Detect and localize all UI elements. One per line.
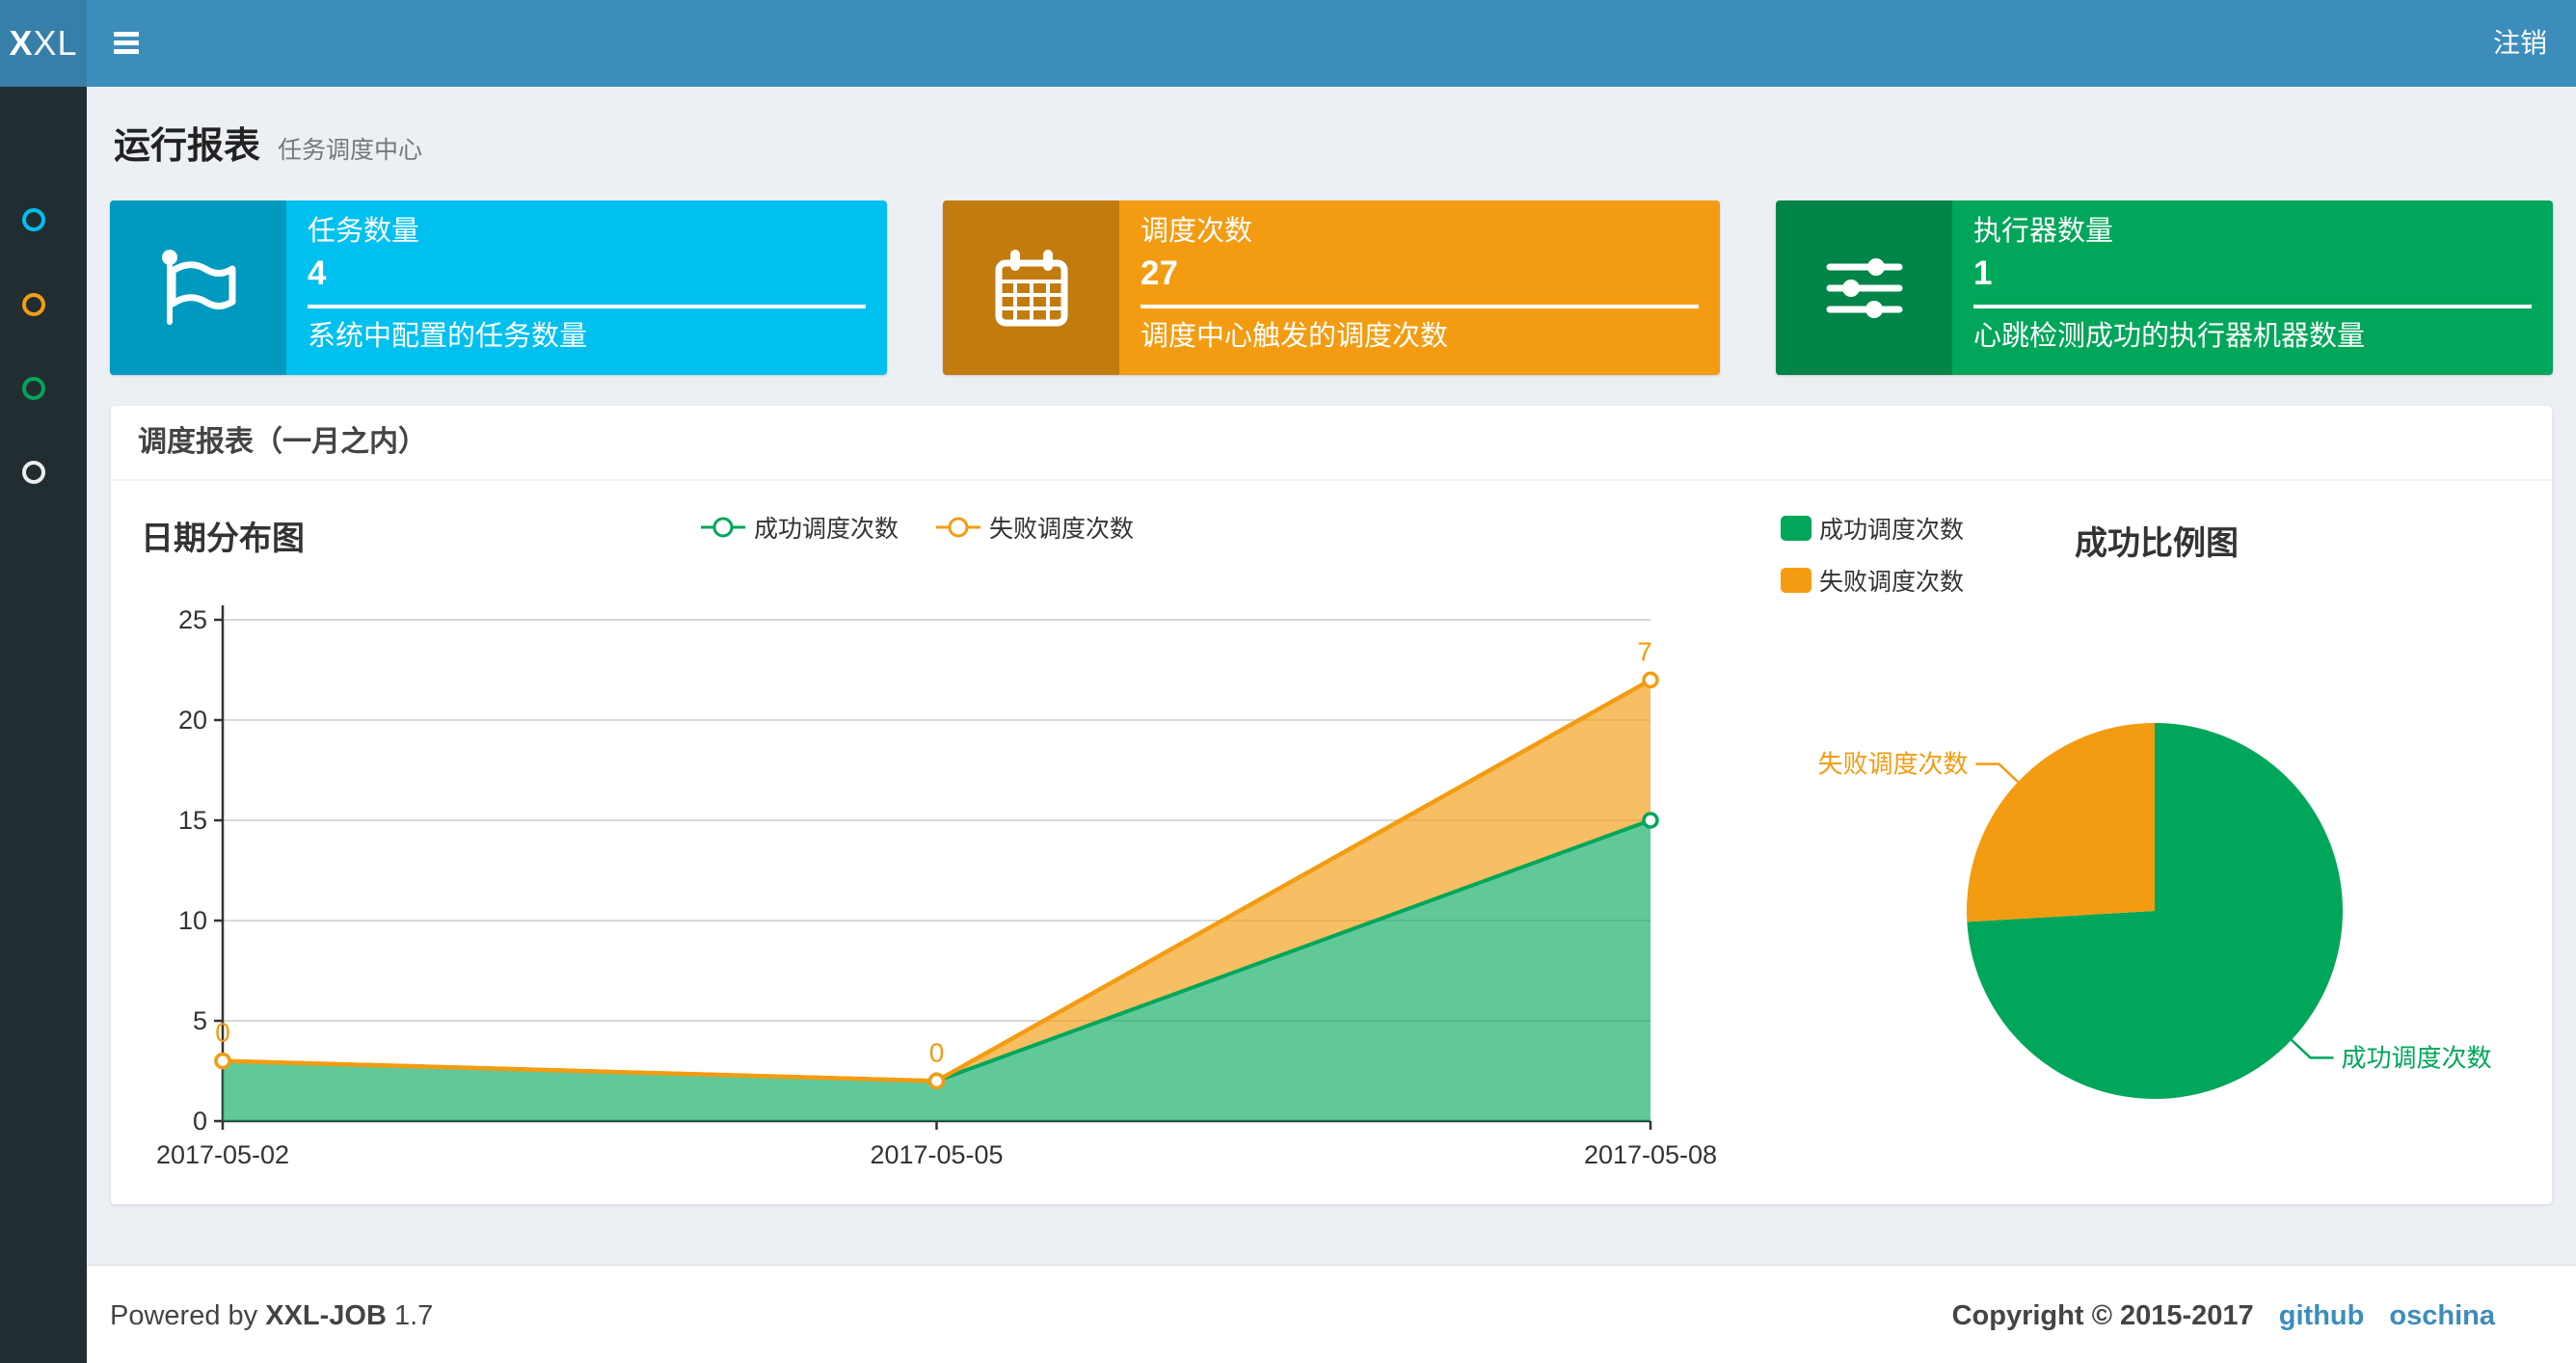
powered-by: Powered by XXL-JOB 1.7 [110,1300,434,1331]
stat-box-jobs: 任务数量 4 系统中配置的任务数量 [110,200,887,375]
line-chart-title: 日期分布图 [141,521,305,557]
date-distribution-chart: 05101520252017-05-02 2017-05-05 2017-05-08… [156,605,1717,1169]
sidebar-item-job-log[interactable] [22,377,45,400]
legend-label: 成功调度次数 [754,516,899,543]
svg-text:20: 20 [178,706,207,735]
sidebar [0,87,87,1363]
svg-text:0: 0 [929,1037,945,1067]
flag-icon [110,200,286,375]
svg-text:2017-05-08: 2017-05-08 [1584,1140,1717,1169]
dashboard-page: XXL 注销 运行报表 任务调度中心 任务数量 4 系统中配置的任务数量 调度次… [0,0,2576,1363]
stat-value: 27 [1140,254,1178,292]
copyright: Copyright © 2015-2017 github oschina [1951,1300,2495,1331]
svg-text:15: 15 [178,806,207,835]
success-ratio-pie-chart: 成功调度次数 失败调度次数 [1818,723,2491,1099]
navbar: XXL 注销 [0,0,2576,87]
legend-item[interactable]: 成功调度次数 [700,510,899,545]
app-name: XXL-JOB [265,1300,387,1331]
stat-label: 调度次数 [1140,216,1253,247]
app-version: 1.7 [393,1300,434,1331]
page-header: 运行报表 任务调度中心 [114,116,422,169]
svg-text:10: 10 [178,906,207,935]
divider [308,305,866,308]
divider [1973,305,2532,308]
stat-box-triggers: 调度次数 27 调度中心触发的调度次数 [943,200,1720,375]
svg-text:7: 7 [1637,636,1652,666]
svg-text:0: 0 [193,1107,207,1136]
svg-text:2017-05-02: 2017-05-02 [156,1140,289,1169]
stat-label: 执行器数量 [1973,216,2114,247]
page-subtitle: 任务调度中心 [278,137,423,164]
logo-text-bold: X [9,23,34,63]
stat-label: 任务数量 [308,216,420,247]
calendar-icon [943,200,1119,375]
stat-desc: 心跳检测成功的执行器机器数量 [1973,321,2366,352]
svg-text:成功调度次数: 成功调度次数 [2341,1043,2491,1072]
svg-text:5: 5 [193,1006,207,1035]
stat-desc: 系统中配置的任务数量 [308,321,588,352]
stat-desc: 调度中心触发的调度次数 [1140,321,1449,352]
logo-text: XL [33,23,78,63]
page-title: 运行报表 [114,126,261,167]
legend-label: 失败调度次数 [989,516,1135,543]
github-link[interactable]: github [2279,1300,2365,1331]
app-logo[interactable]: XXL [0,0,87,87]
footer: Powered by XXL-JOB 1.7 Copyright © 2015-… [87,1265,2576,1363]
panel-title: 调度报表（一月之内） [111,406,2552,481]
svg-text:2017-05-05: 2017-05-05 [870,1140,1003,1169]
oschina-link[interactable]: oschina [2389,1300,2495,1331]
divider [1140,305,1699,308]
stat-value: 1 [1973,254,1993,292]
sidebar-item-dashboard[interactable] [22,208,45,231]
stat-box-executors: 执行器数量 1 心跳检测成功的执行器机器数量 [1776,200,2553,375]
line-chart-legend: 成功调度次数 失败调度次数 [700,510,1134,545]
sidebar-item-help[interactable] [22,461,45,484]
hamburger-icon[interactable] [114,32,139,55]
stat-value: 4 [308,254,327,292]
sliders-icon [1776,200,1952,375]
legend-swatch [1781,516,1811,541]
logout-link[interactable]: 注销 [2493,0,2547,87]
svg-text:25: 25 [178,605,207,634]
sidebar-item-job-manage[interactable] [22,293,45,316]
svg-text:0: 0 [215,1018,230,1048]
legend-item[interactable]: 失败调度次数 [935,510,1134,545]
svg-text:失败调度次数: 失败调度次数 [1818,750,1969,779]
